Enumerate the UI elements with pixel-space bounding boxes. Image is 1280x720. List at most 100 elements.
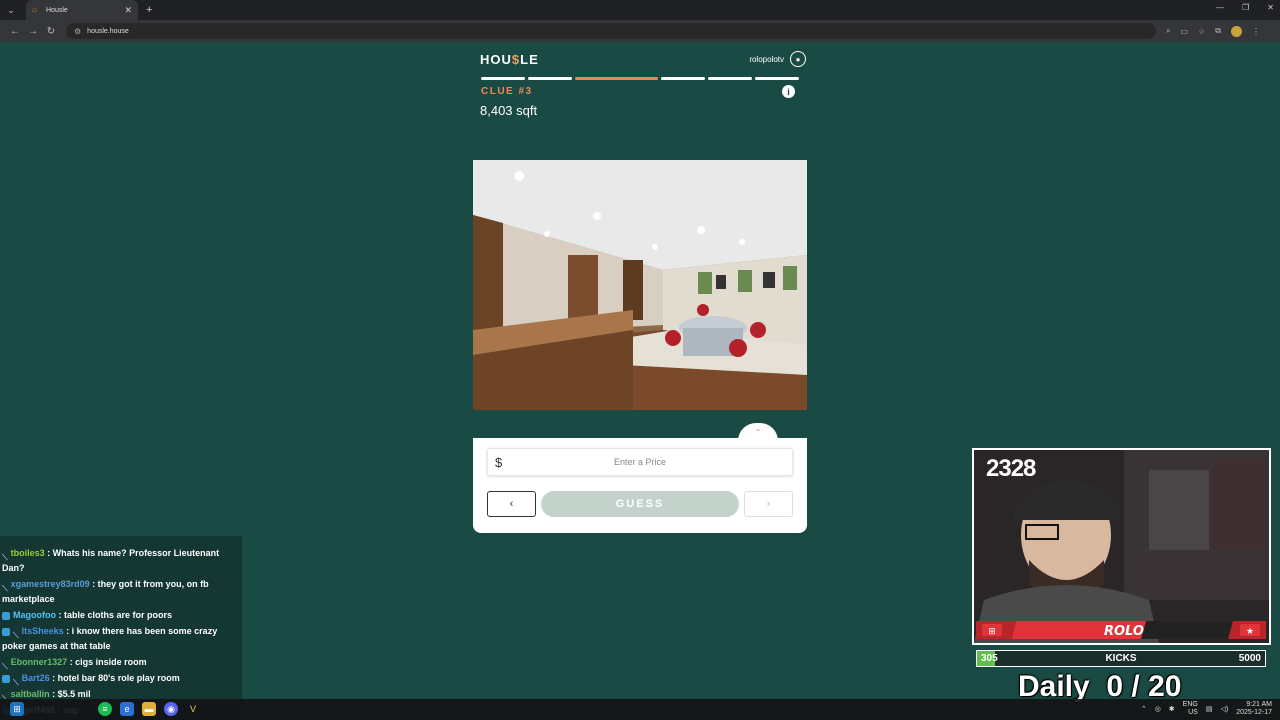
chevron-left-icon: ‹ [509, 498, 514, 510]
clock[interactable]: 9:21 AM 2025-12-17 [1236, 701, 1272, 717]
reload-icon[interactable]: ↻ [42, 26, 60, 37]
profile-avatar[interactable] [1230, 25, 1242, 37]
house-photo-image [473, 160, 807, 410]
info-icon[interactable]: i [782, 85, 795, 98]
sword-badge-icon: ⟍ [2, 552, 8, 562]
restore-icon[interactable]: ❐ [1242, 3, 1249, 12]
language-indicator[interactable]: ENG US [1183, 701, 1198, 717]
new-tab-icon[interactable]: + [146, 4, 152, 16]
back-icon[interactable]: ← [6, 26, 24, 37]
sword-badge-icon: ⟍ [2, 583, 8, 593]
progress-segment [481, 77, 525, 80]
forward-icon[interactable]: → [24, 26, 42, 37]
chat-message: ⟍ xgamestrey83rd09 : they got it from you… [2, 579, 209, 604]
chat-message: ⟍ tboiles3 : Whats his name? Professor Li… [2, 548, 220, 573]
progress-segment [661, 77, 705, 80]
chat-user: xgamestrey83rd09 [10, 579, 90, 589]
sword-badge-icon: ⟍ [13, 677, 19, 687]
bluetooth-icon[interactable]: ✱ [1169, 705, 1175, 713]
guess-panel: $ ‹ GUESS › [473, 438, 807, 533]
wifi-icon[interactable]: ▤ [1206, 705, 1213, 713]
housle-favicon-icon: ⌂ [32, 5, 37, 14]
svg-text:★: ★ [1246, 627, 1254, 637]
previous-clue-button[interactable]: ‹ [487, 491, 536, 517]
progress-segment [755, 77, 799, 80]
progress-segment [528, 77, 572, 80]
guess-button[interactable]: GUESS [541, 491, 739, 517]
price-input[interactable] [488, 449, 792, 475]
chat-text: $5.5 mil [57, 689, 91, 699]
discord-icon[interactable]: ◉ [164, 702, 178, 716]
clue-progress [481, 77, 799, 80]
progress-segment-active [575, 77, 658, 80]
chevron-up-icon: ⌃ [754, 427, 762, 437]
progress-segment [708, 77, 752, 80]
tray-overflow-icon[interactable]: ⌃ [1141, 705, 1147, 713]
site-info-icon[interactable]: ⚙ [74, 27, 81, 36]
chat-user: saltballin [10, 689, 50, 699]
logo-suffix: LE [520, 52, 539, 67]
chat-message: ⟍ ItsSheeks : i know there has been some … [2, 626, 218, 651]
toolbar: ← → ↻ ⚙ housle.house ⌕ ▭ ☆ ⧉ ⋮ [0, 20, 1280, 42]
lang-top: ENG [1182, 701, 1198, 708]
svg-text:⊞: ⊞ [988, 627, 996, 637]
sword-badge-icon: ⟍ [2, 661, 8, 671]
chat-user: ItsSheeks [21, 626, 64, 636]
chat-text: table cloths are for poors [64, 610, 173, 620]
housle-logo[interactable]: HOU$LE [480, 52, 539, 67]
chat-message: ⟍ Ebonner1327 : cigs inside room [2, 657, 147, 671]
menu-icon[interactable]: ⋮ [1252, 27, 1260, 36]
user-menu[interactable]: rolopolotv ● [749, 51, 806, 67]
game-header: HOU$LE rolopolotv ● [480, 50, 808, 70]
file-explorer-icon[interactable]: ▬ [142, 702, 156, 716]
volume-icon[interactable]: ◁) [1220, 705, 1228, 713]
sub-badge-icon [2, 627, 10, 636]
close-tab-icon[interactable]: ✕ [124, 5, 132, 16]
cast-icon[interactable]: ▭ [1180, 27, 1188, 36]
username: rolopolotv [749, 54, 784, 64]
close-window-icon[interactable]: ✕ [1267, 3, 1274, 12]
tab-housle[interactable]: ⌂ Housle ✕ [26, 0, 138, 20]
system-tray: ⌃ ◎ ✱ ENG US ▤ ◁) 9:21 AM 2025-12-17 [1141, 701, 1272, 717]
url-text: housle.house [87, 27, 129, 35]
extensions-icon[interactable]: ⧉ [1215, 26, 1221, 36]
edge-icon[interactable]: e [120, 702, 134, 716]
chat-text: hotel bar 80's role play room [57, 673, 180, 683]
sword-badge-icon: ⟍ [2, 691, 8, 703]
chat-text: cigs inside room [75, 657, 147, 667]
svg-text:ROLO: ROLO [1104, 624, 1144, 639]
os-taskbar: ⊞ ≡ e ▬ ◉ V ⌃ ◎ ✱ ENG US ▤ ◁) 9:21 AM 2025… [0, 699, 1280, 720]
cam-name-bar: ⊞ ROLO ★ [976, 621, 1266, 639]
price-currency: $ [495, 455, 503, 470]
tab-title: Housle [46, 6, 68, 14]
sub-badge-icon [2, 674, 10, 683]
kicks-label: KICKS [1105, 653, 1137, 664]
logo-prefix: HOU [480, 52, 512, 67]
house-photo [473, 160, 807, 410]
chat-user: Ebonner1327 [10, 657, 68, 667]
spotify-icon[interactable]: ≡ [98, 702, 112, 716]
viewer-count: 2328 [986, 455, 1036, 482]
chevron-right-icon: › [766, 498, 771, 510]
window-controls: — ❐ ✕ [1216, 3, 1274, 12]
browser-chrome: ⌄ ⌂ Housle ✕ + — ❐ ✕ ← → ↻ ⚙ housle.hous… [0, 0, 1280, 42]
price-field[interactable]: $ [487, 448, 793, 476]
clue-value: 8,403 sqft [480, 103, 538, 118]
chat-message: ⟍ Bart26 : hotel bar 80's role play room [2, 671, 238, 687]
chat-user: Magoofoo [13, 610, 56, 620]
address-bar[interactable]: ⚙ housle.house [66, 23, 1156, 39]
network-icon[interactable]: ◎ [1155, 705, 1161, 713]
toolbar-icons: ⌕ ▭ ☆ ⧉ ⋮ [1166, 25, 1260, 37]
tab-strip: ⌄ ⌂ Housle ✕ + — ❐ ✕ [0, 0, 1280, 20]
bookmark-star-icon[interactable]: ☆ [1198, 27, 1205, 36]
sub-badge-icon [2, 611, 10, 620]
zoom-icon[interactable]: ⌕ [1166, 26, 1170, 36]
tab-search-icon[interactable]: ⌄ [4, 3, 18, 17]
cam-bar-graphic: ⊞ ROLO ★ [976, 621, 1266, 639]
next-clue-button[interactable]: › [744, 491, 793, 517]
start-icon[interactable]: ⊞ [10, 702, 24, 716]
logo-dollar: $ [511, 52, 521, 67]
user-icon[interactable]: ● [790, 51, 806, 67]
minimize-icon[interactable]: — [1216, 3, 1224, 12]
vscode-icon[interactable]: V [186, 702, 200, 716]
